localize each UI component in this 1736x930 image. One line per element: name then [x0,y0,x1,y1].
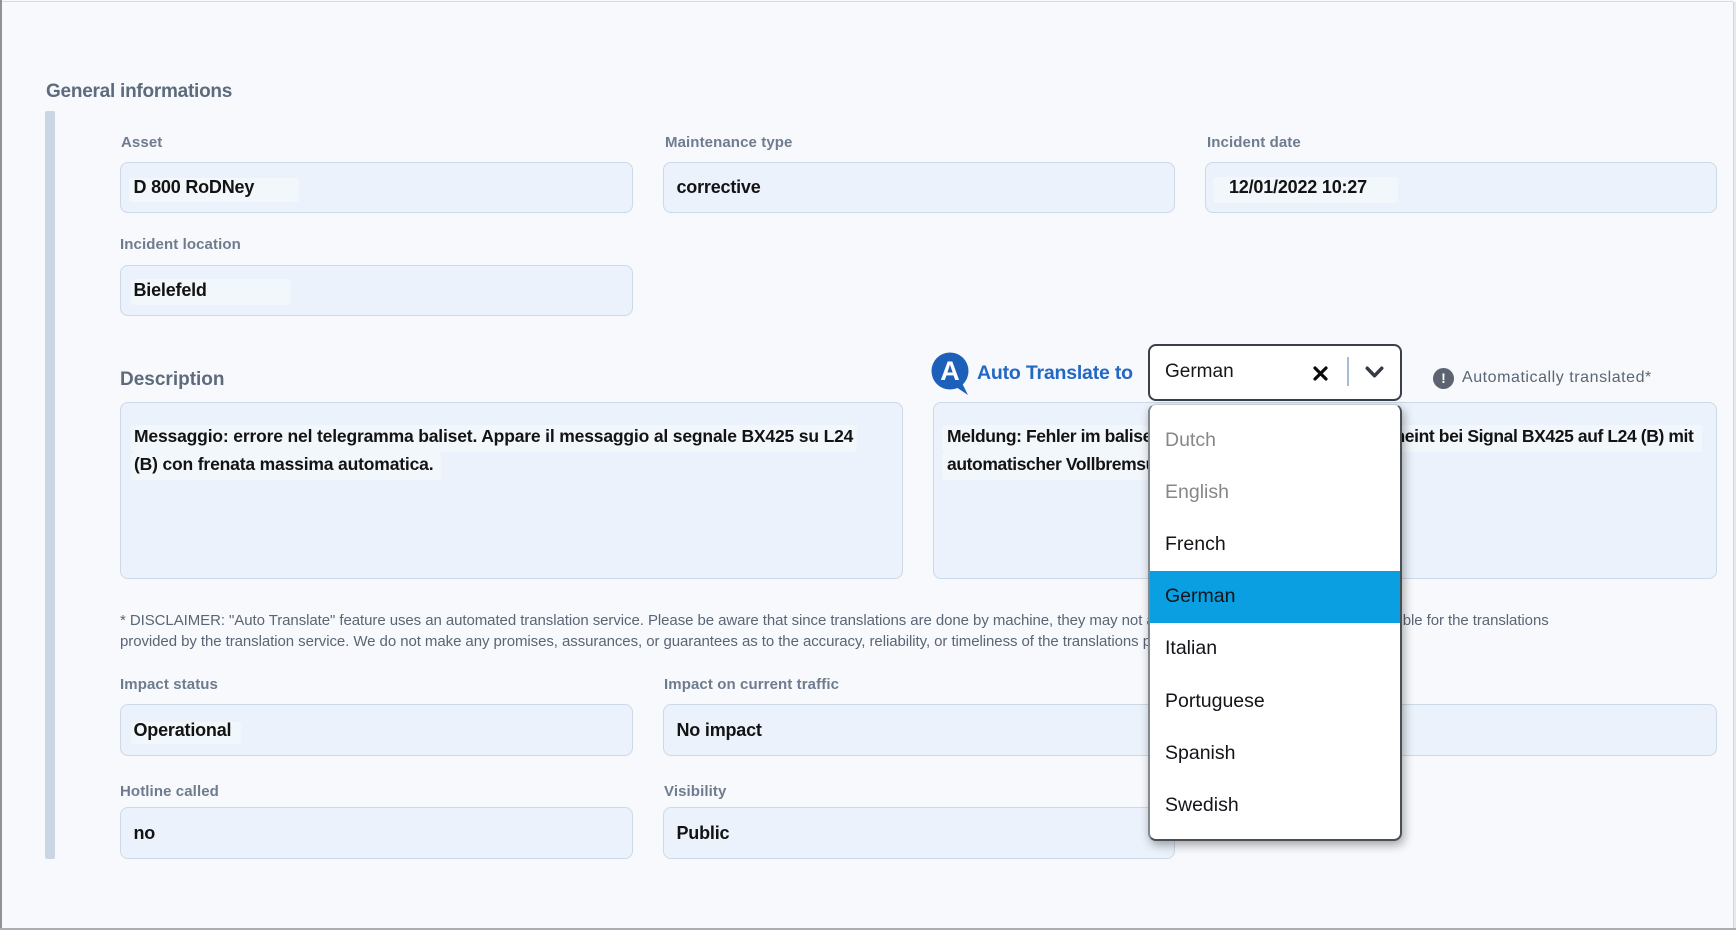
svg-text:A: A [940,356,960,386]
